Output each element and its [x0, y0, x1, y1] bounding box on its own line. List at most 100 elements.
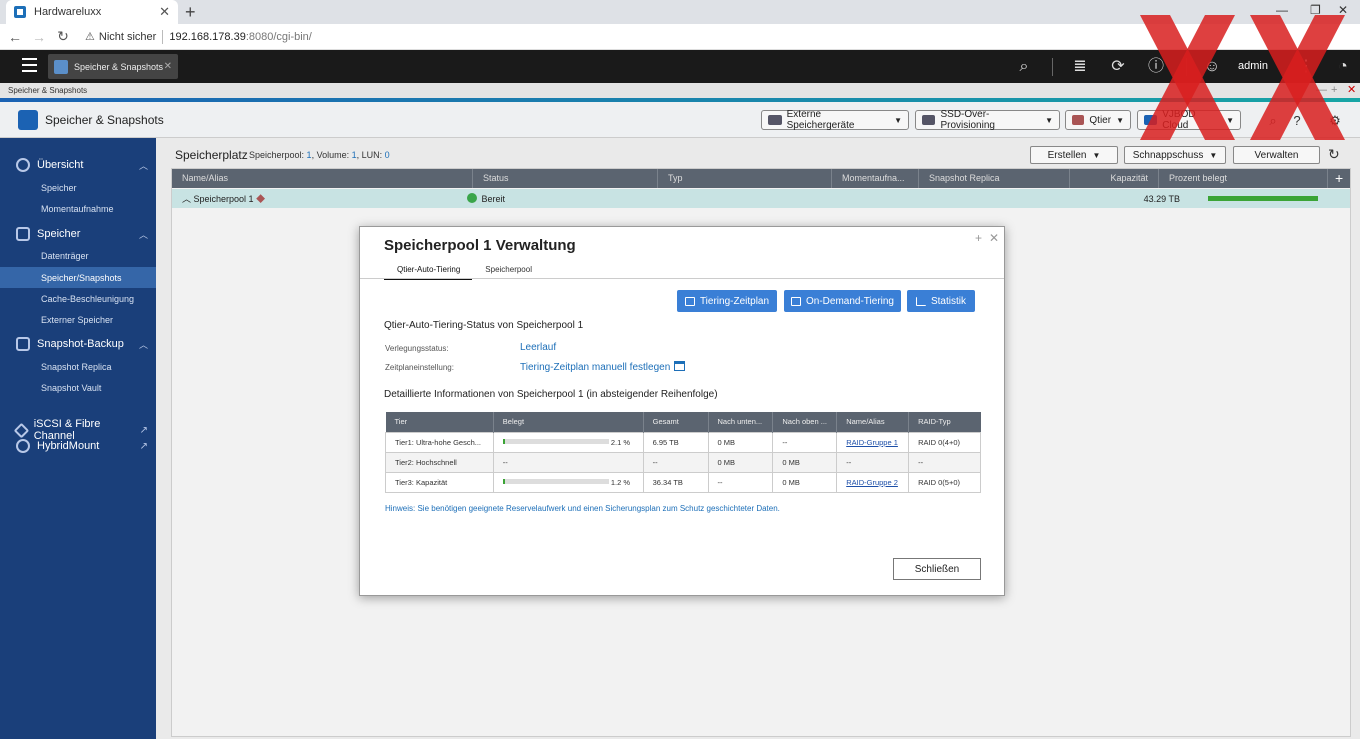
collapse-icon[interactable]: ︿ — [182, 194, 194, 204]
sidebar-item-externer-speicher[interactable]: Externer Speicher — [41, 315, 113, 325]
chevron-up-icon: ︿ — [138, 339, 148, 350]
stack-icon[interactable]: ≣ — [1070, 57, 1090, 77]
tier-column-header[interactable]: Name/Alias — [836, 412, 910, 432]
chart-icon — [915, 296, 926, 306]
close-app-tab-icon[interactable]: ✕ — [164, 61, 172, 72]
url-path: :8080/cgi-bin/ — [245, 30, 312, 43]
pool-label: Speicherpool: — [249, 150, 307, 160]
column-header[interactable]: Snapshot Replica — [919, 169, 1070, 188]
tier-up: -- — [772, 431, 838, 453]
user-name[interactable]: admin — [1238, 60, 1268, 72]
search-icon[interactable]: ⌕ — [1014, 57, 1034, 77]
search-settings-icon[interactable]: ⌕ — [1264, 112, 1282, 130]
back-icon[interactable]: ← — [3, 29, 27, 45]
chevron-down-icon: ▼ — [1209, 150, 1218, 160]
info-icon[interactable]: ⓘ — [1146, 57, 1166, 77]
statistics-button[interactable]: Statistik — [907, 290, 975, 312]
sidebar-section-snapshot-backup[interactable]: Snapshot-Backup ︿ — [16, 337, 148, 351]
refresh-icon[interactable]: ↻ — [1328, 146, 1340, 163]
add-column-icon[interactable]: + — [1328, 169, 1350, 188]
close-tab-icon[interactable]: ✕ — [159, 4, 170, 20]
overview-icon — [16, 158, 30, 172]
raid-group-link[interactable]: RAID-Gruppe 2 — [846, 478, 898, 487]
tier-column-header[interactable]: Nach oben ... — [772, 412, 838, 432]
main-menu-icon[interactable] — [22, 58, 37, 72]
sidebar-link-hybridmount[interactable]: HybridMount ↗ — [16, 439, 148, 453]
browser-tab[interactable]: Hardwareluxx ✕ — [6, 0, 178, 24]
minimize-window-icon[interactable]: — — [1276, 3, 1288, 17]
sidebar-item-cache[interactable]: Cache-Beschleunigung — [41, 294, 134, 304]
open-app-tab[interactable]: Speicher & Snapshots ✕ — [48, 54, 178, 79]
qtier-button[interactable]: Qtier ▼ — [1065, 110, 1131, 130]
pool-name: Speicherpool 1 — [193, 194, 254, 204]
calendar-icon[interactable] — [674, 361, 686, 371]
tier-down: -- — [707, 471, 774, 493]
sync-icon[interactable]: ⟳ — [1108, 57, 1128, 77]
sidebar-section-overview[interactable]: Übersicht ︿ — [16, 158, 148, 172]
app-title: Speicher & Snapshots — [45, 113, 164, 127]
schedule-setting-link[interactable]: Tiering-Zeitplan manuell festlegen — [520, 361, 686, 373]
maximize-window-icon[interactable]: ❐ — [1310, 3, 1321, 17]
dashboard-icon[interactable]: ◔ — [1333, 57, 1353, 77]
manage-button[interactable]: Verwalten — [1233, 146, 1320, 164]
tier-column-header[interactable]: Tier — [385, 412, 494, 432]
hint-text: Hinweis: Sie benötigen geeignete Reserve… — [385, 504, 780, 513]
sidebar-item-momentaufnahme[interactable]: Momentaufnahme — [41, 204, 114, 214]
window-close-icon[interactable]: ✕ — [1347, 83, 1356, 97]
close-window-icon[interactable]: ✕ — [1338, 3, 1348, 17]
url-field[interactable]: ⚠ Nicht sicher 192.168.178.39:8080/cgi-b… — [85, 29, 312, 44]
tier-column-header[interactable]: Gesamt — [643, 412, 709, 432]
tier-total: 36.34 TB — [642, 471, 709, 493]
tiering-schedule-button[interactable]: Tiering-Zeitplan — [677, 290, 777, 312]
pool-capacity: 43.29 TB — [1143, 193, 1180, 204]
create-button[interactable]: Erstellen ▼ — [1030, 146, 1118, 164]
reload-icon[interactable]: ↻ — [51, 28, 75, 45]
external-storage-button[interactable]: Externe Speichergeräte ▼ — [761, 109, 909, 131]
more-options-icon[interactable]: ⋮ — [1296, 57, 1316, 77]
new-tab-icon[interactable]: + — [185, 2, 196, 23]
check-icon — [466, 193, 477, 203]
dialog-close-icon[interactable]: ✕ — [989, 231, 999, 245]
column-header[interactable]: Name/Alias — [172, 169, 473, 188]
vjbod-cloud-button[interactable]: VJBOD Cloud ▼ — [1137, 109, 1241, 131]
window-maximize-icon[interactable]: + — [1331, 83, 1337, 97]
app-header: Speicher & Snapshots Externe Speicherger… — [0, 102, 1360, 138]
tier-total: 6.95 TB — [642, 431, 709, 453]
column-header[interactable]: Momentaufna... — [832, 169, 919, 188]
column-header[interactable]: Prozent belegt — [1159, 169, 1328, 188]
tier-used-cell: 1.2 % — [492, 471, 644, 493]
help-icon[interactable]: ? — [1288, 112, 1306, 130]
tier-column-header[interactable]: RAID-Typ — [908, 412, 981, 432]
ssd-overprovisioning-button[interactable]: SSD-Over-Provisioning ▼ — [915, 109, 1060, 131]
forward-icon[interactable]: → — [27, 29, 51, 45]
sidebar-item-speicher-snapshots[interactable]: Speicher/Snapshots — [41, 273, 122, 283]
manage-label: Verwalten — [1254, 149, 1299, 161]
tier-column-header[interactable]: Belegt — [493, 412, 644, 432]
sidebar-item-snapshot-vault[interactable]: Snapshot Vault — [41, 383, 101, 393]
pool-usage-bar — [1207, 196, 1318, 201]
sidebar-item-snapshot-replica[interactable]: Snapshot Replica — [41, 362, 112, 372]
tier-column-header[interactable]: Nach unten... — [708, 412, 774, 432]
raid-group-link[interactable]: RAID-Gruppe 1 — [846, 438, 898, 447]
table-row[interactable]: ︿ Speicherpool 1 ◆ Bereit 43.29 TB — [172, 189, 1350, 208]
sidebar-item-datentraeger[interactable]: Datenträger — [41, 251, 89, 261]
snapshot-button[interactable]: Schnappschuss ▼ — [1124, 146, 1226, 164]
relocation-status-value: Leerlauf — [520, 342, 557, 353]
user-icon[interactable]: ☺ — [1202, 57, 1222, 77]
tier-used-cell: 2.1 % — [492, 431, 644, 453]
column-header[interactable]: Kapazität — [1070, 169, 1159, 188]
calendar-icon — [684, 296, 695, 306]
sidebar-item-speicher[interactable]: Speicher — [41, 183, 77, 193]
gear-icon[interactable]: ⚙ — [1326, 112, 1344, 130]
address-bar-row: ← → ↻ ⚠ Nicht sicher 192.168.178.39:8080… — [0, 24, 1360, 50]
sidebar-section-storage[interactable]: Speicher ︿ — [16, 227, 148, 241]
window-minimize-icon[interactable]: — — [1316, 83, 1327, 97]
close-button[interactable]: Schließen — [893, 558, 981, 580]
on-demand-tiering-button[interactable]: On-Demand-Tiering — [784, 290, 901, 312]
column-header[interactable]: Status — [473, 169, 658, 188]
external-link-icon: ↗ — [139, 440, 148, 452]
on-demand-tiering-label: On-Demand-Tiering — [806, 295, 894, 307]
tier-raid: RAID 0(4+0) — [908, 431, 981, 453]
column-header[interactable]: Typ — [658, 169, 832, 188]
dialog-maximize-icon[interactable]: + — [975, 231, 982, 245]
